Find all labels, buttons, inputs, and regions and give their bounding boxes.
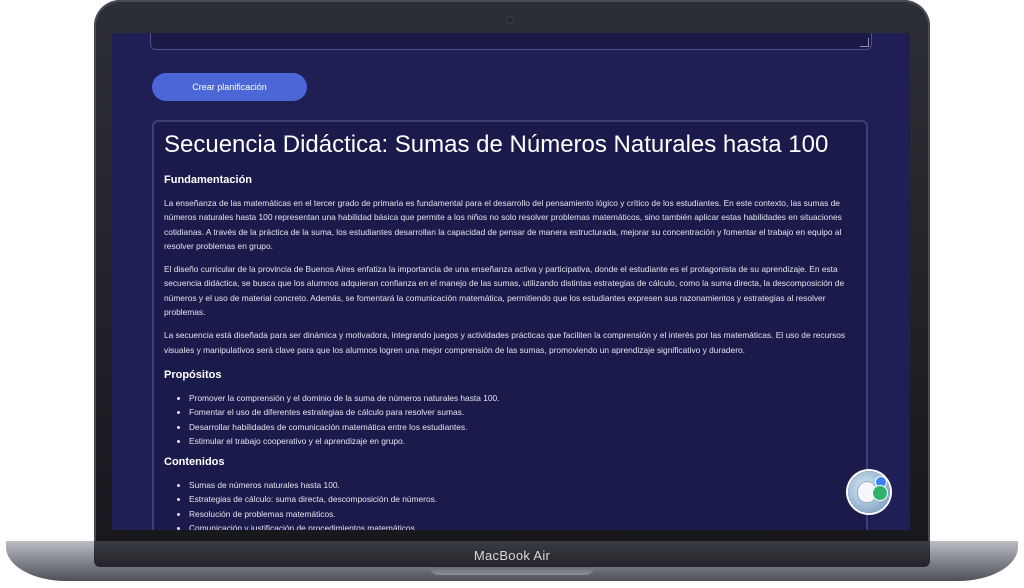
section-heading-propositos: Propósitos — [164, 368, 222, 381]
prompt-textarea[interactable] — [150, 33, 872, 50]
list-item: Comunicación y justificación de procedim… — [189, 521, 856, 530]
list-item: Desarrollar habilidades de comunicación … — [189, 420, 856, 434]
list-item: Fomentar el uso de diferentes estrategia… — [189, 405, 856, 419]
list-item: Promover la comprensión y el dominio de … — [189, 391, 856, 405]
resize-grip-icon[interactable] — [860, 38, 869, 47]
list-item: Resolución de problemas matemáticos. — [189, 507, 856, 521]
app-screen: Crear planificación Secuencia Didáctica:… — [112, 33, 910, 530]
generated-plan-card: Secuencia Didáctica: Sumas de Números Na… — [152, 120, 868, 530]
propositos-list: Promover la comprensión y el dominio de … — [164, 391, 856, 448]
contenidos-list: Sumas de números naturales hasta 100. Es… — [164, 478, 856, 530]
section-heading-fundamentacion: Fundamentación — [164, 174, 253, 186]
create-plan-button[interactable]: Crear planificación — [152, 73, 307, 101]
list-item: Sumas de números naturales hasta 100. — [189, 478, 856, 492]
paragraph: La enseñanza de las matemáticas en el te… — [164, 198, 842, 251]
paragraph: El diseño curricular de la provincia de … — [164, 264, 845, 318]
document-title: Secuencia Didáctica: Sumas de Números Na… — [164, 131, 829, 158]
laptop-notch — [430, 567, 594, 575]
device-brand-label: MacBook Air — [473, 548, 551, 563]
camera-icon — [507, 17, 513, 23]
section-heading-contenidos: Contenidos — [164, 456, 225, 469]
assistant-avatar-icon[interactable] — [848, 471, 890, 513]
assistant-badge-green-icon — [872, 485, 888, 501]
list-item: Estrategias de cálculo: suma directa, de… — [189, 492, 856, 506]
list-item: Estimular el trabajo cooperativo y el ap… — [189, 434, 856, 448]
paragraph: La secuencia está diseñada para ser diná… — [164, 330, 846, 355]
